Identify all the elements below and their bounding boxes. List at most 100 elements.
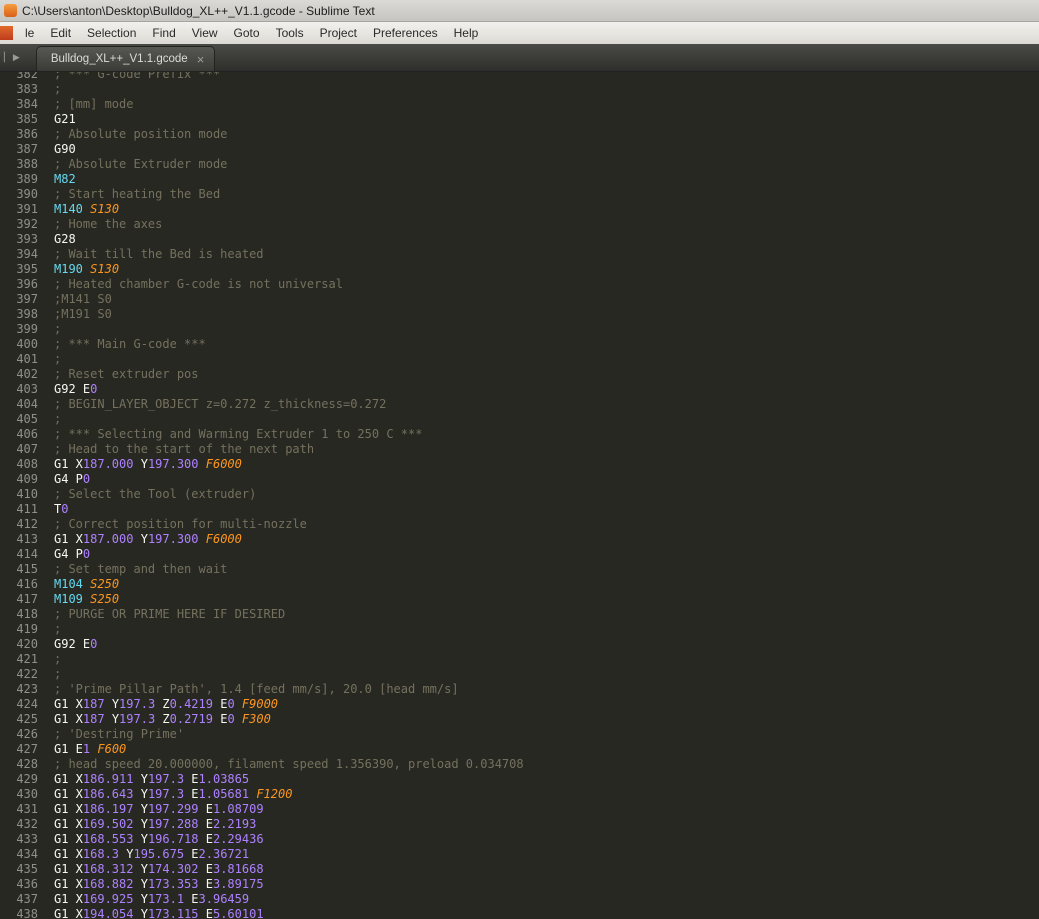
- menu-item-le[interactable]: le: [17, 22, 42, 44]
- menu-items: leEditSelectionFindViewGotoToolsProjectP…: [17, 22, 486, 44]
- code-line[interactable]: 425G1 X187 Y197.3 Z0.2719 E0 F300: [0, 712, 1039, 727]
- code-text: ; Absolute position mode: [38, 127, 227, 142]
- code-line[interactable]: 433G1 X168.553 Y196.718 E2.29436: [0, 832, 1039, 847]
- code-line[interactable]: 416M104 S250: [0, 577, 1039, 592]
- line-number: 414: [0, 547, 38, 562]
- code-line[interactable]: 406; *** Selecting and Warming Extruder …: [0, 427, 1039, 442]
- code-line[interactable]: 413G1 X187.000 Y197.300 F6000: [0, 532, 1039, 547]
- code-line[interactable]: 382; *** G-code Prefix ***: [0, 72, 1039, 82]
- code-text: G1 X194.054 Y173.115 E5.60101: [38, 907, 264, 919]
- code-line[interactable]: 417M109 S250: [0, 592, 1039, 607]
- menu-item-edit[interactable]: Edit: [42, 22, 79, 44]
- code-line[interactable]: 405;: [0, 412, 1039, 427]
- code-text: ; Reset extruder pos: [38, 367, 199, 382]
- menu-item-view[interactable]: View: [184, 22, 226, 44]
- code-line[interactable]: 392; Home the axes: [0, 217, 1039, 232]
- code-line[interactable]: 431G1 X186.197 Y197.299 E1.08709: [0, 802, 1039, 817]
- tab-bulldog-gcode[interactable]: Bulldog_XL++_V1.1.gcode ×: [36, 46, 215, 71]
- code-text: G1 X169.502 Y197.288 E2.2193: [38, 817, 256, 832]
- code-line[interactable]: 424G1 X187 Y197.3 Z0.4219 E0 F9000: [0, 697, 1039, 712]
- code-line[interactable]: 388; Absolute Extruder mode: [0, 157, 1039, 172]
- code-text: G92 E0: [38, 637, 97, 652]
- code-line[interactable]: 402; Reset extruder pos: [0, 367, 1039, 382]
- line-number: 419: [0, 622, 38, 637]
- line-number: 420: [0, 637, 38, 652]
- code-line[interactable]: 411T0: [0, 502, 1039, 517]
- menu-item-selection[interactable]: Selection: [79, 22, 144, 44]
- code-line[interactable]: 423; 'Prime Pillar Path', 1.4 [feed mm/s…: [0, 682, 1039, 697]
- code-line[interactable]: 400; *** Main G-code ***: [0, 337, 1039, 352]
- code-line[interactable]: 432G1 X169.502 Y197.288 E2.2193: [0, 817, 1039, 832]
- menu-item-project[interactable]: Project: [312, 22, 365, 44]
- title-bar[interactable]: C:\Users\anton\Desktop\Bulldog_XL++_V1.1…: [0, 0, 1039, 22]
- code-line[interactable]: 403G92 E0: [0, 382, 1039, 397]
- code-line[interactable]: 396; Heated chamber G-code is not univer…: [0, 277, 1039, 292]
- code-line[interactable]: 436G1 X168.882 Y173.353 E3.89175: [0, 877, 1039, 892]
- code-line[interactable]: 408G1 X187.000 Y197.300 F6000: [0, 457, 1039, 472]
- code-text: ;: [38, 622, 61, 637]
- code-line[interactable]: 387G90: [0, 142, 1039, 157]
- code-line[interactable]: 395M190 S130: [0, 262, 1039, 277]
- code-text: ;: [38, 412, 61, 427]
- line-number: 412: [0, 517, 38, 532]
- editor[interactable]: 382; *** G-code Prefix ***383;384; [mm] …: [0, 72, 1039, 919]
- code-line[interactable]: 390; Start heating the Bed: [0, 187, 1039, 202]
- code-text: G1 X169.925 Y173.1 E3.96459: [38, 892, 249, 907]
- code-line[interactable]: 429G1 X186.911 Y197.3 E1.03865: [0, 772, 1039, 787]
- code-line[interactable]: 430G1 X186.643 Y197.3 E1.05681 F1200: [0, 787, 1039, 802]
- code-text: ; Home the axes: [38, 217, 162, 232]
- code-line[interactable]: 418; PURGE OR PRIME HERE IF DESIRED: [0, 607, 1039, 622]
- code-line[interactable]: 401;: [0, 352, 1039, 367]
- menu-item-goto[interactable]: Goto: [226, 22, 268, 44]
- code-text: ; BEGIN_LAYER_OBJECT z=0.272 z_thickness…: [38, 397, 386, 412]
- line-number: 394: [0, 247, 38, 262]
- code-line[interactable]: 397;M141 S0: [0, 292, 1039, 307]
- tab-scroll-arrows-icon[interactable]: ▏▶: [4, 52, 22, 63]
- code-text: G90: [38, 142, 76, 157]
- code-line[interactable]: 410; Select the Tool (extruder): [0, 487, 1039, 502]
- code-line[interactable]: 412; Correct position for multi-nozzle: [0, 517, 1039, 532]
- code-line[interactable]: 404; BEGIN_LAYER_OBJECT z=0.272 z_thickn…: [0, 397, 1039, 412]
- line-number: 393: [0, 232, 38, 247]
- code-line[interactable]: 428; head speed 20.000000, filament spee…: [0, 757, 1039, 772]
- tab-label: Bulldog_XL++_V1.1.gcode: [51, 53, 188, 65]
- line-number: 404: [0, 397, 38, 412]
- menu-item-help[interactable]: Help: [446, 22, 487, 44]
- code-line[interactable]: 391M140 S130: [0, 202, 1039, 217]
- code-line[interactable]: 422;: [0, 667, 1039, 682]
- code-line[interactable]: 421;: [0, 652, 1039, 667]
- code-text: ; Select the Tool (extruder): [38, 487, 256, 502]
- tab-close-icon[interactable]: ×: [197, 53, 205, 66]
- code-line[interactable]: 389M82: [0, 172, 1039, 187]
- line-number: 429: [0, 772, 38, 787]
- code-line[interactable]: 409G4 P0: [0, 472, 1039, 487]
- code-line[interactable]: 393G28: [0, 232, 1039, 247]
- code-line[interactable]: 414G4 P0: [0, 547, 1039, 562]
- code-line[interactable]: 427G1 E1 F600: [0, 742, 1039, 757]
- line-number: 409: [0, 472, 38, 487]
- menu-item-preferences[interactable]: Preferences: [365, 22, 446, 44]
- line-number: 416: [0, 577, 38, 592]
- code-line[interactable]: 435G1 X168.312 Y174.302 E3.81668: [0, 862, 1039, 877]
- code-line[interactable]: 438G1 X194.054 Y173.115 E5.60101: [0, 907, 1039, 919]
- menu-item-tools[interactable]: Tools: [268, 22, 312, 44]
- code-line[interactable]: 419;: [0, 622, 1039, 637]
- code-line[interactable]: 398;M191 S0: [0, 307, 1039, 322]
- code-line[interactable]: 407; Head to the start of the next path: [0, 442, 1039, 457]
- code-line[interactable]: 399;: [0, 322, 1039, 337]
- code-line[interactable]: 394; Wait till the Bed is heated: [0, 247, 1039, 262]
- code-text: T0: [38, 502, 68, 517]
- line-number: 422: [0, 667, 38, 682]
- code-line[interactable]: 437G1 X169.925 Y173.1 E3.96459: [0, 892, 1039, 907]
- menu-item-find[interactable]: Find: [144, 22, 183, 44]
- code-line[interactable]: 434G1 X168.3 Y195.675 E2.36721: [0, 847, 1039, 862]
- code-line[interactable]: 384; [mm] mode: [0, 97, 1039, 112]
- line-number: 431: [0, 802, 38, 817]
- code-line[interactable]: 386; Absolute position mode: [0, 127, 1039, 142]
- code-line[interactable]: 385G21: [0, 112, 1039, 127]
- code-text: ; [mm] mode: [38, 97, 133, 112]
- code-line[interactable]: 383;: [0, 82, 1039, 97]
- code-line[interactable]: 420G92 E0: [0, 637, 1039, 652]
- code-line[interactable]: 415; Set temp and then wait: [0, 562, 1039, 577]
- code-line[interactable]: 426; 'Destring Prime': [0, 727, 1039, 742]
